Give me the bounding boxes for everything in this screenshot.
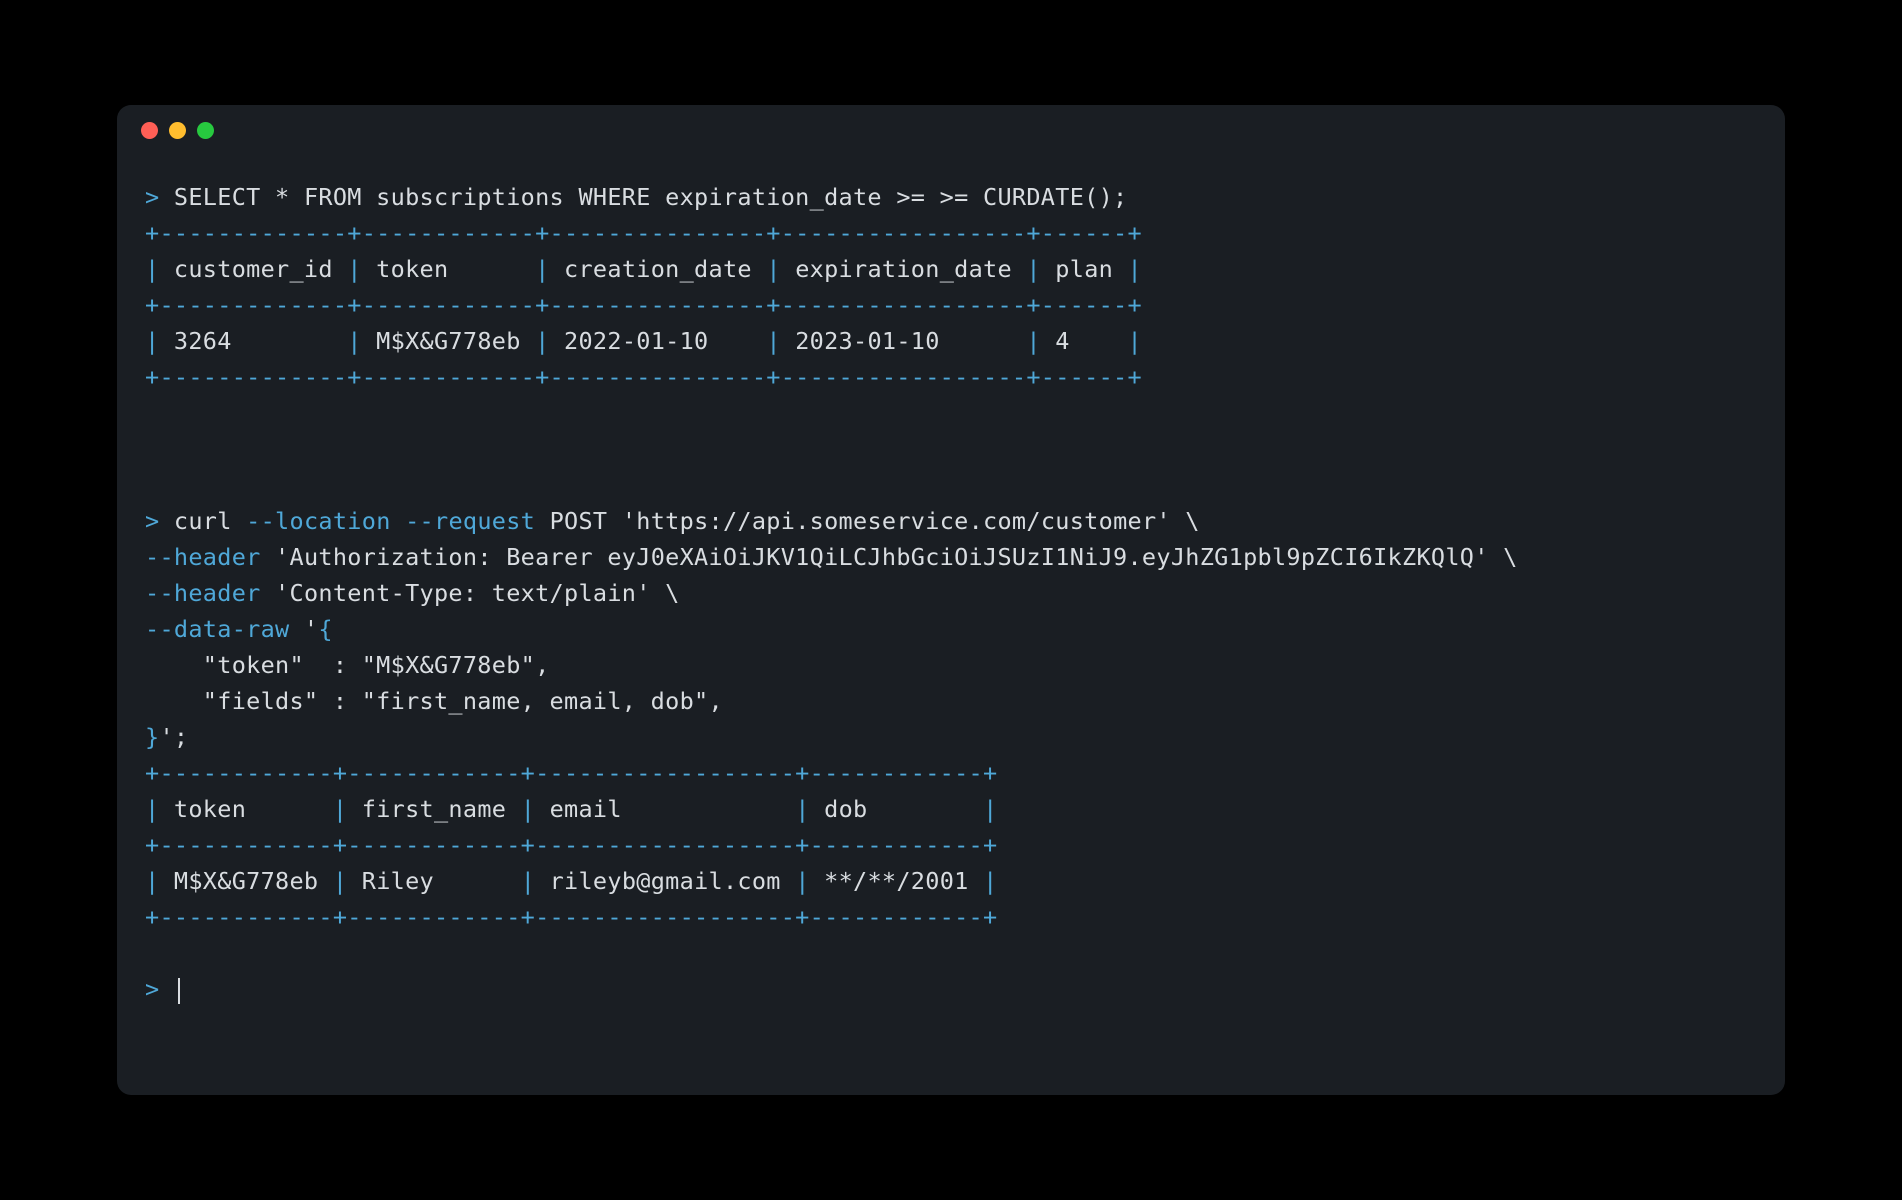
- terminal-window: > SELECT * FROM subscriptions WHERE expi…: [117, 105, 1785, 1095]
- table2-header: | token | first_name | email | dob |: [145, 795, 998, 823]
- line-curl-2: --header 'Authorization: Bearer eyJ0eXAi…: [145, 543, 1518, 571]
- prompt-symbol: >: [145, 183, 159, 211]
- curl-body-1: "token" : "M$X&G778eb",: [145, 651, 550, 679]
- maximize-icon[interactable]: [197, 122, 214, 139]
- table2-border-bot: +------------+------------+-------------…: [145, 903, 997, 931]
- line-curl-3: --header 'Content-Type: text/plain' \: [145, 579, 680, 607]
- table2-border-top: +------------+------------+-------------…: [145, 759, 997, 787]
- minimize-icon[interactable]: [169, 122, 186, 139]
- table1-border-mid: +-------------+------------+------------…: [145, 291, 1142, 319]
- cursor-icon: [178, 978, 180, 1004]
- line-curl-close: }';: [145, 723, 188, 751]
- close-icon[interactable]: [141, 122, 158, 139]
- line-sql-query: > SELECT * FROM subscriptions WHERE expi…: [145, 183, 1128, 211]
- table1-header: | customer_id | token | creation_date | …: [145, 255, 1142, 283]
- curl-body-2: "fields" : "first_name, email, dob",: [145, 687, 723, 715]
- line-curl-1: > curl --location --request POST 'https:…: [145, 507, 1200, 535]
- table2-border-mid: +------------+------------+-------------…: [145, 831, 997, 859]
- table1-border-top: +-------------+------------+------------…: [145, 219, 1142, 247]
- line-curl-4: --data-raw '{: [145, 615, 333, 643]
- table1-row: | 3264 | M$X&G778eb | 2022-01-10 | 2023-…: [145, 327, 1142, 355]
- prompt-line-empty[interactable]: >: [145, 975, 180, 1003]
- sql-command-text: SELECT * FROM subscriptions WHERE expira…: [174, 183, 1128, 211]
- window-titlebar: [117, 105, 1785, 155]
- terminal-output[interactable]: > SELECT * FROM subscriptions WHERE expi…: [117, 155, 1785, 1031]
- table2-row: | M$X&G778eb | Riley | rileyb@gmail.com …: [145, 867, 998, 895]
- table1-border-bot: +-------------+------------+------------…: [145, 363, 1142, 391]
